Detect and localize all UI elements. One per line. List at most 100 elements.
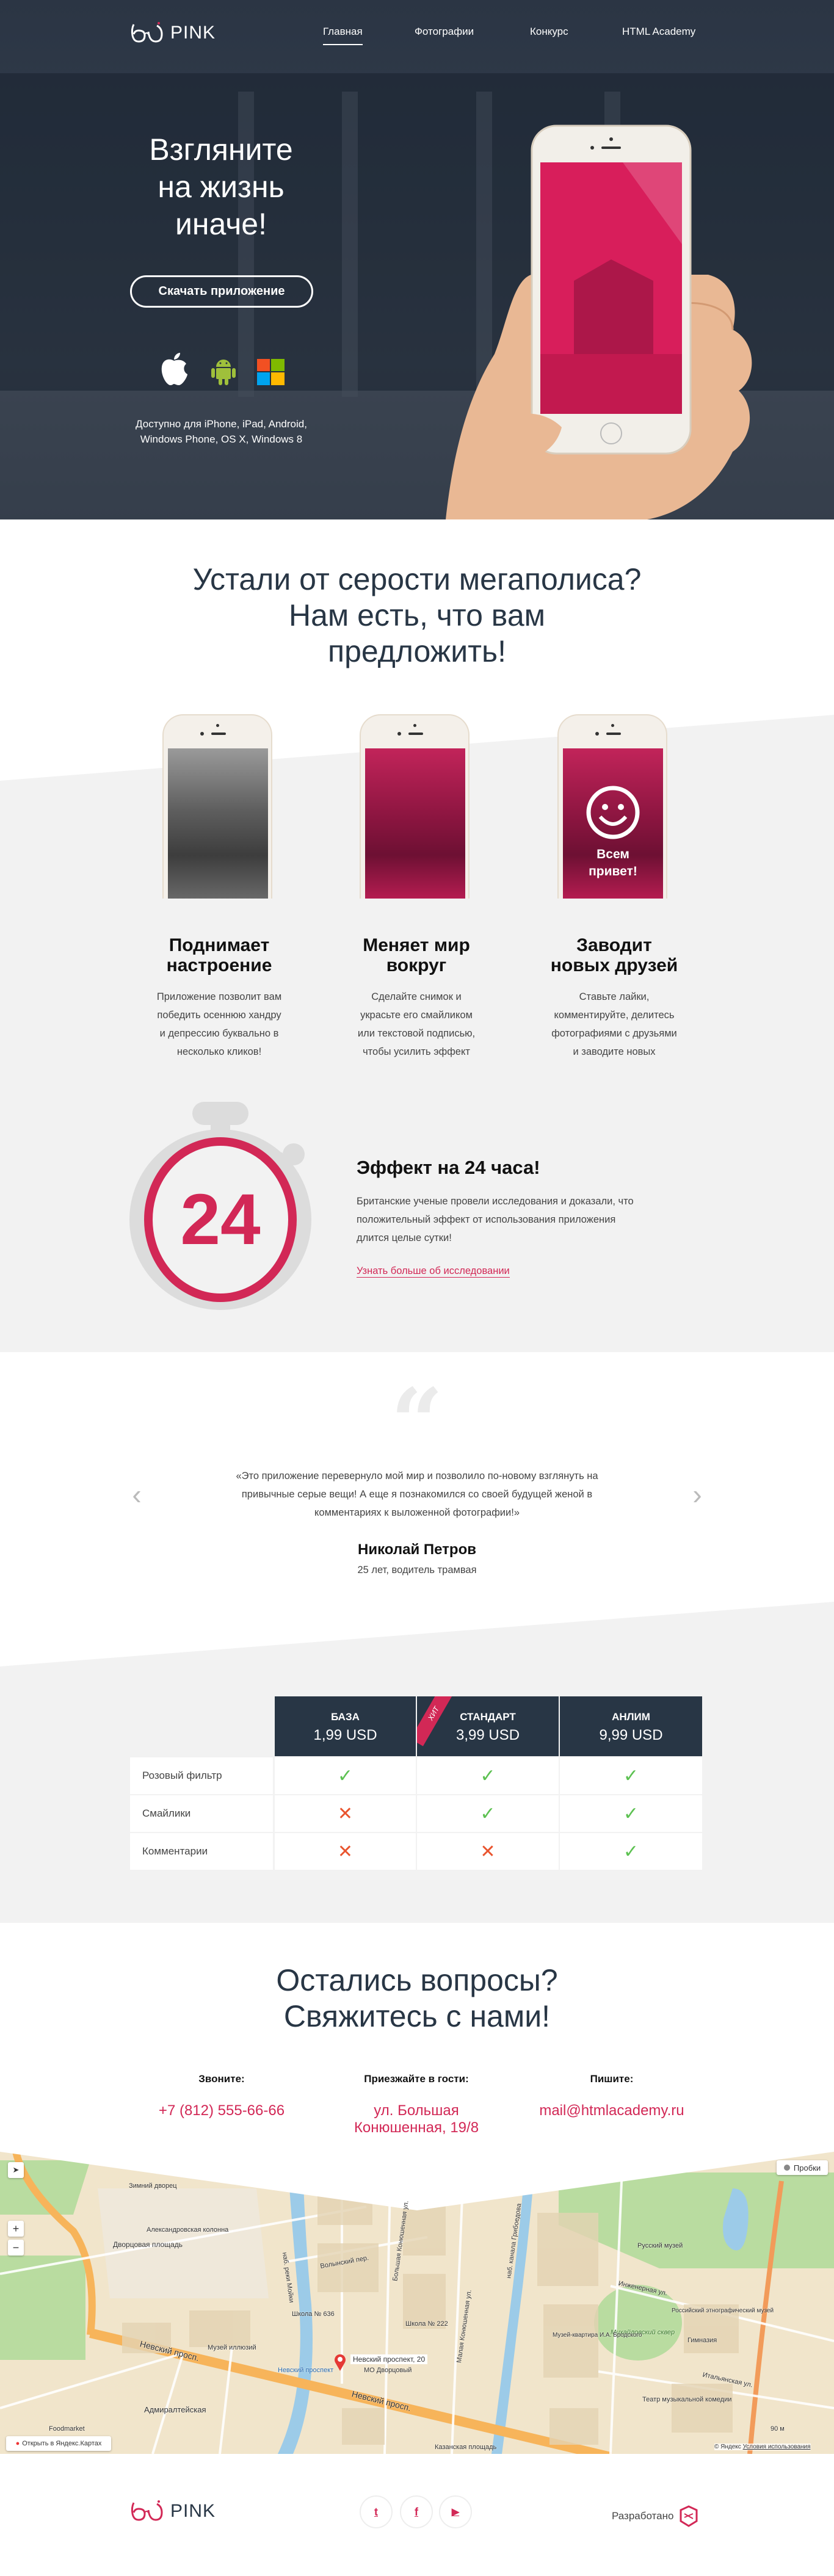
- table-cell: ✕: [417, 1833, 559, 1870]
- table-cell: ✓: [560, 1833, 702, 1870]
- intro-title: Устали от серости мегаполиса? Нам есть, …: [173, 562, 661, 670]
- map-marker-icon[interactable]: [333, 2353, 347, 2372]
- feature-title: Меняет мир вокруг: [363, 935, 470, 975]
- map-label: Музей-квартира И.А. Бродского: [553, 2332, 642, 2339]
- hero-section: PINK Главная Фотографии Конкурс HTML Aca…: [0, 0, 834, 519]
- contact-phone: Звоните: +7 (812) 555-66-66: [130, 2073, 313, 2119]
- research-link[interactable]: Узнать больше об исследовании: [357, 1265, 510, 1278]
- nav-item-contest[interactable]: Конкурс: [530, 26, 568, 38]
- map-tiles: [0, 2152, 834, 2454]
- yandex-map[interactable]: ➤ + − Пробки ● Открыть в Яндекс.Картах Не…: [0, 2152, 834, 2454]
- plan-header-base: БАЗА 1,99 USD: [275, 1696, 416, 1756]
- check-icon: ✓: [623, 1841, 639, 1862]
- intro-title-line: предложить!: [328, 634, 506, 668]
- check-icon: ✓: [480, 1803, 496, 1824]
- map-copyright: © Яндекс Условия использования: [714, 2444, 811, 2450]
- map-label: Театр музыкальной комедии: [642, 2396, 732, 2403]
- check-icon: ✓: [623, 1803, 639, 1824]
- geolocation-button[interactable]: ➤: [8, 2162, 24, 2178]
- footer-logo[interactable]: PINK: [130, 2499, 216, 2524]
- reviewer-subtitle: 25 лет, водитель трамвая: [357, 1565, 477, 1576]
- plan-header-standard: ХИТ СТАНДАРТ 3,99 USD: [417, 1696, 559, 1756]
- review-prev-arrow[interactable]: ‹: [128, 1478, 146, 1510]
- logo-text: PINK: [170, 23, 216, 43]
- availability-line: Доступно для iPhone, iPad, Android,: [136, 418, 307, 430]
- download-app-button[interactable]: Скачать приложение: [130, 275, 313, 308]
- availability-line: Windows Phone, OS X, Windows 8: [140, 433, 303, 445]
- map-label: Foodmarket: [49, 2425, 85, 2433]
- android-icon[interactable]: [210, 356, 237, 385]
- effect-title: Эффект на 24 часа!: [357, 1157, 540, 1178]
- open-in-yandex-maps-link[interactable]: ● Открыть в Яндекс.Картах: [6, 2436, 111, 2451]
- map-label: Дворцовая площадь: [113, 2240, 183, 2249]
- check-icon: ✓: [480, 1765, 496, 1786]
- zoom-in-button[interactable]: +: [8, 2221, 24, 2237]
- map-label: Российский этнографический музей: [672, 2307, 774, 2314]
- feature-title: Заводит новых друзей: [550, 935, 678, 975]
- developed-by[interactable]: Разработано: [612, 2505, 698, 2527]
- quote-icon: “: [390, 1369, 444, 1476]
- table-cell: ✓: [275, 1757, 416, 1794]
- marker-subtitle: МО Дворцовый: [364, 2367, 412, 2374]
- youtube-icon[interactable]: ▶: [439, 2495, 472, 2528]
- apple-icon[interactable]: [159, 352, 189, 386]
- map-label: Адмиралтейская: [144, 2405, 206, 2414]
- reviewer-name: Николай Петров: [358, 1541, 476, 1558]
- glasses-logo-icon: [131, 22, 163, 43]
- phone-link[interactable]: +7 (812) 555-66-66: [130, 2102, 313, 2119]
- traffic-button[interactable]: Пробки: [777, 2160, 828, 2175]
- smiley-icon: [586, 786, 640, 839]
- email-link[interactable]: mail@htmlacademy.ru: [520, 2102, 703, 2119]
- hero-title-line: Взгляните: [149, 132, 293, 167]
- review-text: «Это приложение перевернуло мой мир и по…: [236, 1471, 598, 1518]
- map-label: Школа № 222: [405, 2320, 448, 2328]
- timer-number: 24: [180, 1179, 261, 1260]
- logo-text: PINK: [170, 2501, 216, 2521]
- map-label: Александровская колонна: [147, 2226, 229, 2234]
- header-logo[interactable]: PINK: [130, 21, 216, 45]
- nav-item-photos[interactable]: Фотографии: [415, 26, 474, 38]
- hero-title-line: иначе!: [175, 207, 267, 241]
- intro-title-line: Устали от серости мегаполиса?: [192, 562, 642, 596]
- smiley-caption: Всем привет!: [563, 846, 663, 880]
- html-academy-logo-icon: [680, 2505, 698, 2527]
- traffic-icon: [783, 2165, 790, 2171]
- contact-address: Приезжайте в гости: ул. Большая Конюшенная…: [354, 2073, 479, 2136]
- hero-title-line: на жизнь: [158, 170, 285, 204]
- caption-line: привет!: [589, 864, 637, 878]
- feature-label: Смайлики: [130, 1795, 273, 1832]
- platforms-availability: Доступно для iPhone, iPad, Android, Wind…: [116, 416, 327, 447]
- nav-item-home[interactable]: Главная: [323, 26, 363, 45]
- nav-item-html-academy[interactable]: HTML Academy: [622, 26, 695, 38]
- table-cell: ✓: [417, 1795, 559, 1832]
- table-cell: ✕: [275, 1795, 416, 1832]
- map-terms-link[interactable]: Условия использования: [743, 2444, 811, 2450]
- table-row: Комментарии ✕ ✕ ✓: [130, 1833, 702, 1870]
- map-label: Музей иллюзий: [208, 2344, 256, 2351]
- review-next-arrow[interactable]: ›: [688, 1478, 706, 1510]
- marker-title: Невский проспект, 20: [350, 2354, 428, 2364]
- zoom-out-button[interactable]: −: [8, 2240, 24, 2256]
- table-cell: ✕: [275, 1833, 416, 1870]
- effect-text: Британские ученые провели исследования и…: [357, 1196, 634, 1243]
- map-label: Казанская площадь: [435, 2444, 497, 2451]
- facebook-icon[interactable]: f: [400, 2495, 433, 2528]
- contacts-title: Остались вопросы? Свяжитесь с нами!: [276, 1963, 558, 2033]
- map-label: Школа № 636: [292, 2310, 335, 2318]
- contact-email: Пишите: mail@htmlacademy.ru: [520, 2073, 703, 2119]
- twitter-icon[interactable]: t: [360, 2495, 393, 2528]
- pin-icon: ●: [15, 2440, 20, 2447]
- check-icon: ✓: [623, 1765, 639, 1786]
- map-label: Гимназия: [687, 2337, 717, 2344]
- feature-text: Сделайте снимок и украсьте его смайликом и…: [357, 991, 476, 1057]
- pink-photo-screen: [365, 748, 465, 899]
- windows-icon[interactable]: [257, 359, 285, 385]
- cross-icon: ✕: [480, 1841, 496, 1862]
- pink-photo-screen: Всем привет!: [563, 748, 663, 899]
- map-label: Зимний дворец: [129, 2182, 177, 2190]
- table-cell: ✓: [560, 1757, 702, 1794]
- plan-header-unlim: АНЛИМ 9,99 USD: [560, 1696, 702, 1756]
- map-label: Невский проспект: [278, 2367, 334, 2374]
- feature-phone-friends: Всем привет!: [557, 714, 667, 899]
- table-cell: ✓: [560, 1795, 702, 1832]
